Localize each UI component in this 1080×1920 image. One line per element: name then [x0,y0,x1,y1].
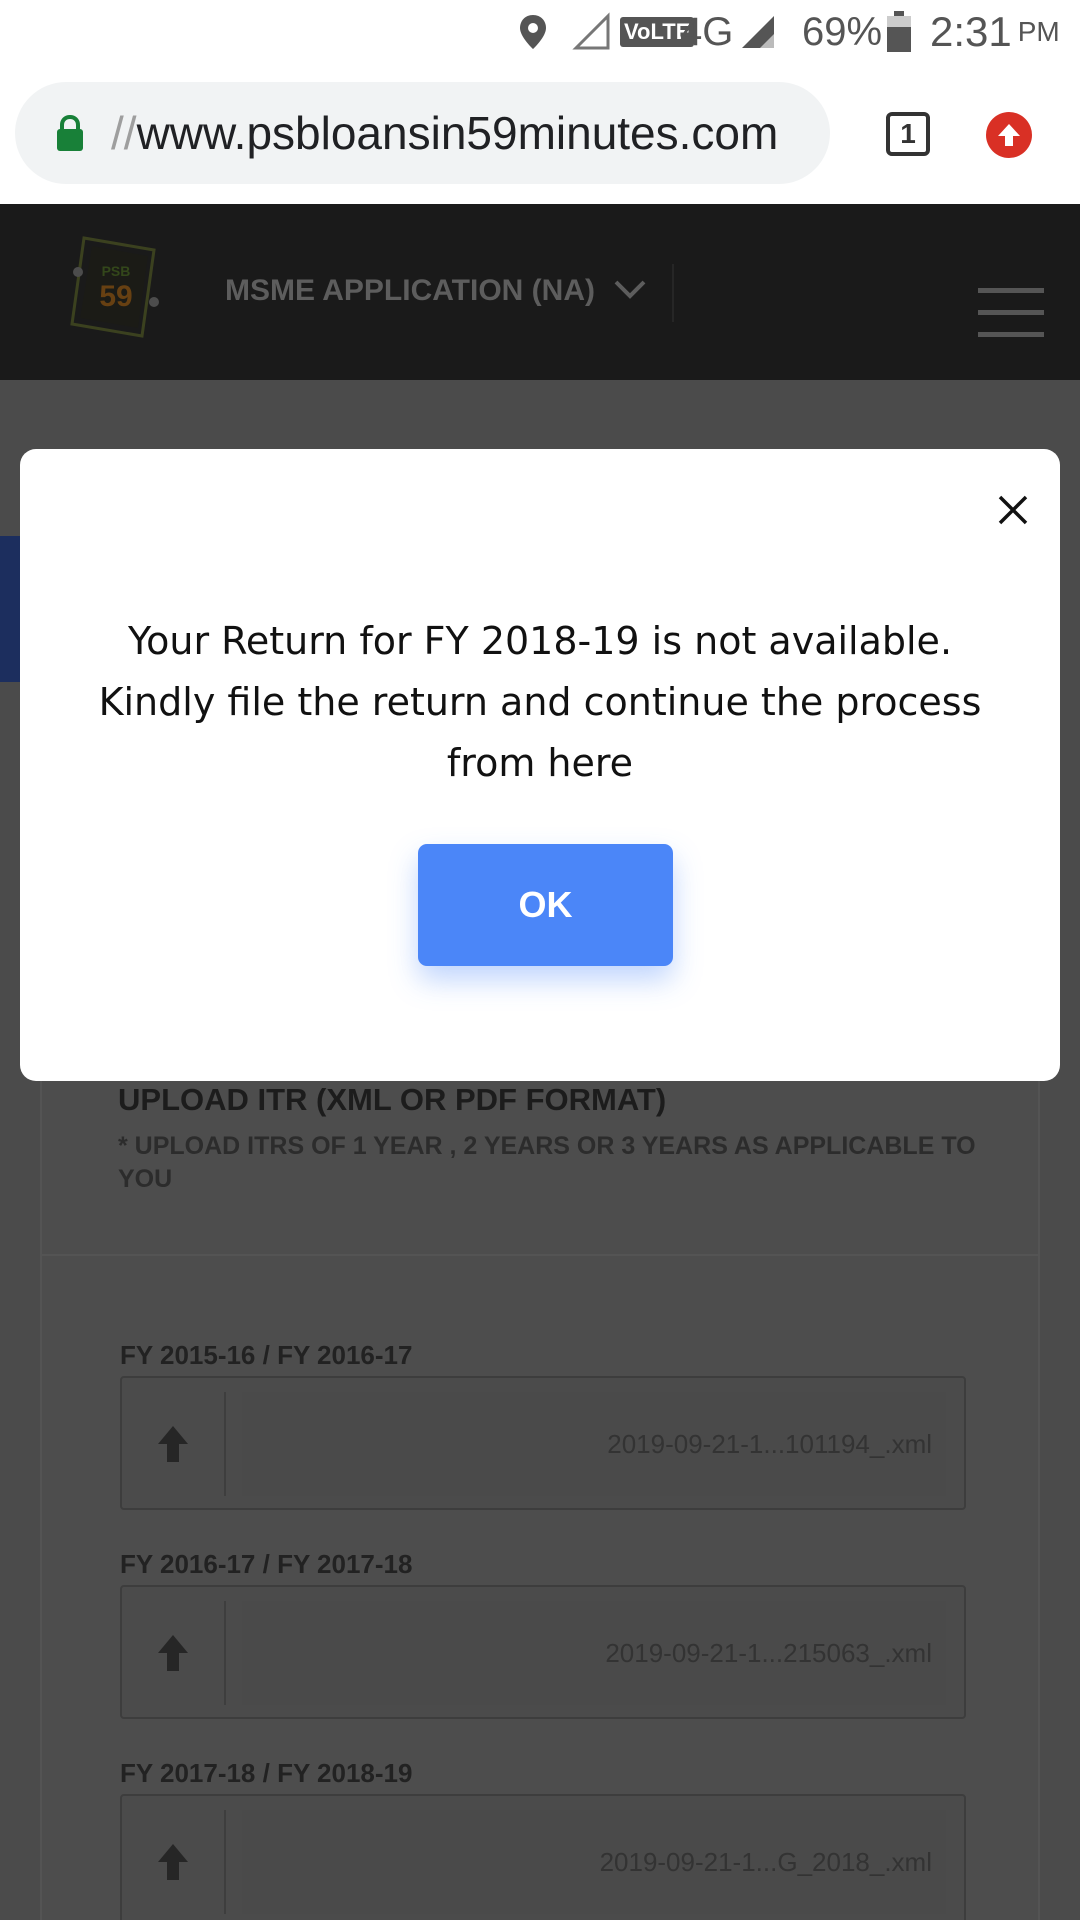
clock-ampm: PM [1017,16,1060,47]
upload-title: UPLOAD ITR (XML OR PDF FORMAT) [118,1082,667,1117]
file-name-field: 2019-09-21-1...101194_.xml [242,1392,946,1496]
upload-arrow-icon[interactable] [122,1392,226,1496]
application-menu[interactable]: MSME APPLICATION (NA) [225,274,647,308]
alert-dialog: Your Return for FY 2018-19 is not availa… [20,449,1060,1081]
location-icon [518,0,548,64]
upload-arrow-icon[interactable] [122,1810,226,1914]
update-icon[interactable] [986,112,1032,158]
hamburger-menu-icon[interactable] [978,288,1044,338]
clock: 2:31 PM [930,0,1060,64]
file-upload-field[interactable]: 2019-09-21-1...G_2018_.xml [120,1794,966,1920]
ok-button[interactable]: OK [418,844,673,966]
psb59-logo[interactable]: PSB 59 [66,232,166,342]
clock-time: 2:31 [930,8,1012,55]
file-name-field: 2019-09-21-1...215063_.xml [242,1601,946,1705]
site-header: PSB 59 MSME APPLICATION (NA) [0,204,1080,380]
card-divider [42,1254,1038,1256]
fy-label: FY 2017-18 / FY 2018-19 [120,1758,413,1788]
close-icon[interactable] [974,471,1052,549]
tab-switcher-button[interactable]: 1 [886,112,930,156]
battery-percent: 69% [802,9,883,54]
browser-toolbar: // www.psbloansin59minutes.com 1 [0,64,1080,204]
chevron-down-icon [613,274,647,308]
wifi-signal-empty-icon [572,0,612,64]
header-divider [672,264,674,322]
file-upload-field[interactable]: 2019-09-21-1...101194_.xml [120,1376,966,1510]
address-bar[interactable]: // www.psbloansin59minutes.com [15,82,830,184]
file-name: 2019-09-21-1...215063_.xml [605,1637,932,1668]
side-accent [0,536,20,682]
network-type: 4G [680,9,734,54]
cell-signal-icon [738,0,778,64]
upload-arrow-icon[interactable] [122,1601,226,1705]
fy-label: FY 2016-17 / FY 2017-18 [120,1549,413,1579]
svg-text:59: 59 [99,280,132,313]
file-upload-field[interactable]: 2019-09-21-1...215063_.xml [120,1585,966,1719]
url-scheme: // [111,107,137,159]
status-bar: VoLTE 4G 69% 2:31 PM [0,0,1080,64]
fy-label: FY 2015-16 / FY 2016-17 [120,1340,413,1370]
file-name: 2019-09-21-1...G_2018_.xml [599,1846,932,1877]
battery-icon [886,0,912,64]
lock-icon [55,114,85,152]
upload-itr-card: UPLOAD ITR (XML OR PDF FORMAT) * UPLOAD … [40,1066,1040,1920]
file-name: 2019-09-21-1...101194_.xml [607,1428,932,1459]
svg-text:PSB: PSB [102,263,131,279]
upload-subtitle: * UPLOAD ITRS OF 1 YEAR , 2 YEARS OR 3 Y… [118,1132,976,1193]
application-menu-label: MSME APPLICATION (NA) [225,274,595,307]
url-host: www.psbloansin59minutes.com [136,107,779,159]
file-name-field: 2019-09-21-1...G_2018_.xml [242,1810,946,1914]
dialog-message: Your Return for FY 2018-19 is not availa… [98,619,982,785]
